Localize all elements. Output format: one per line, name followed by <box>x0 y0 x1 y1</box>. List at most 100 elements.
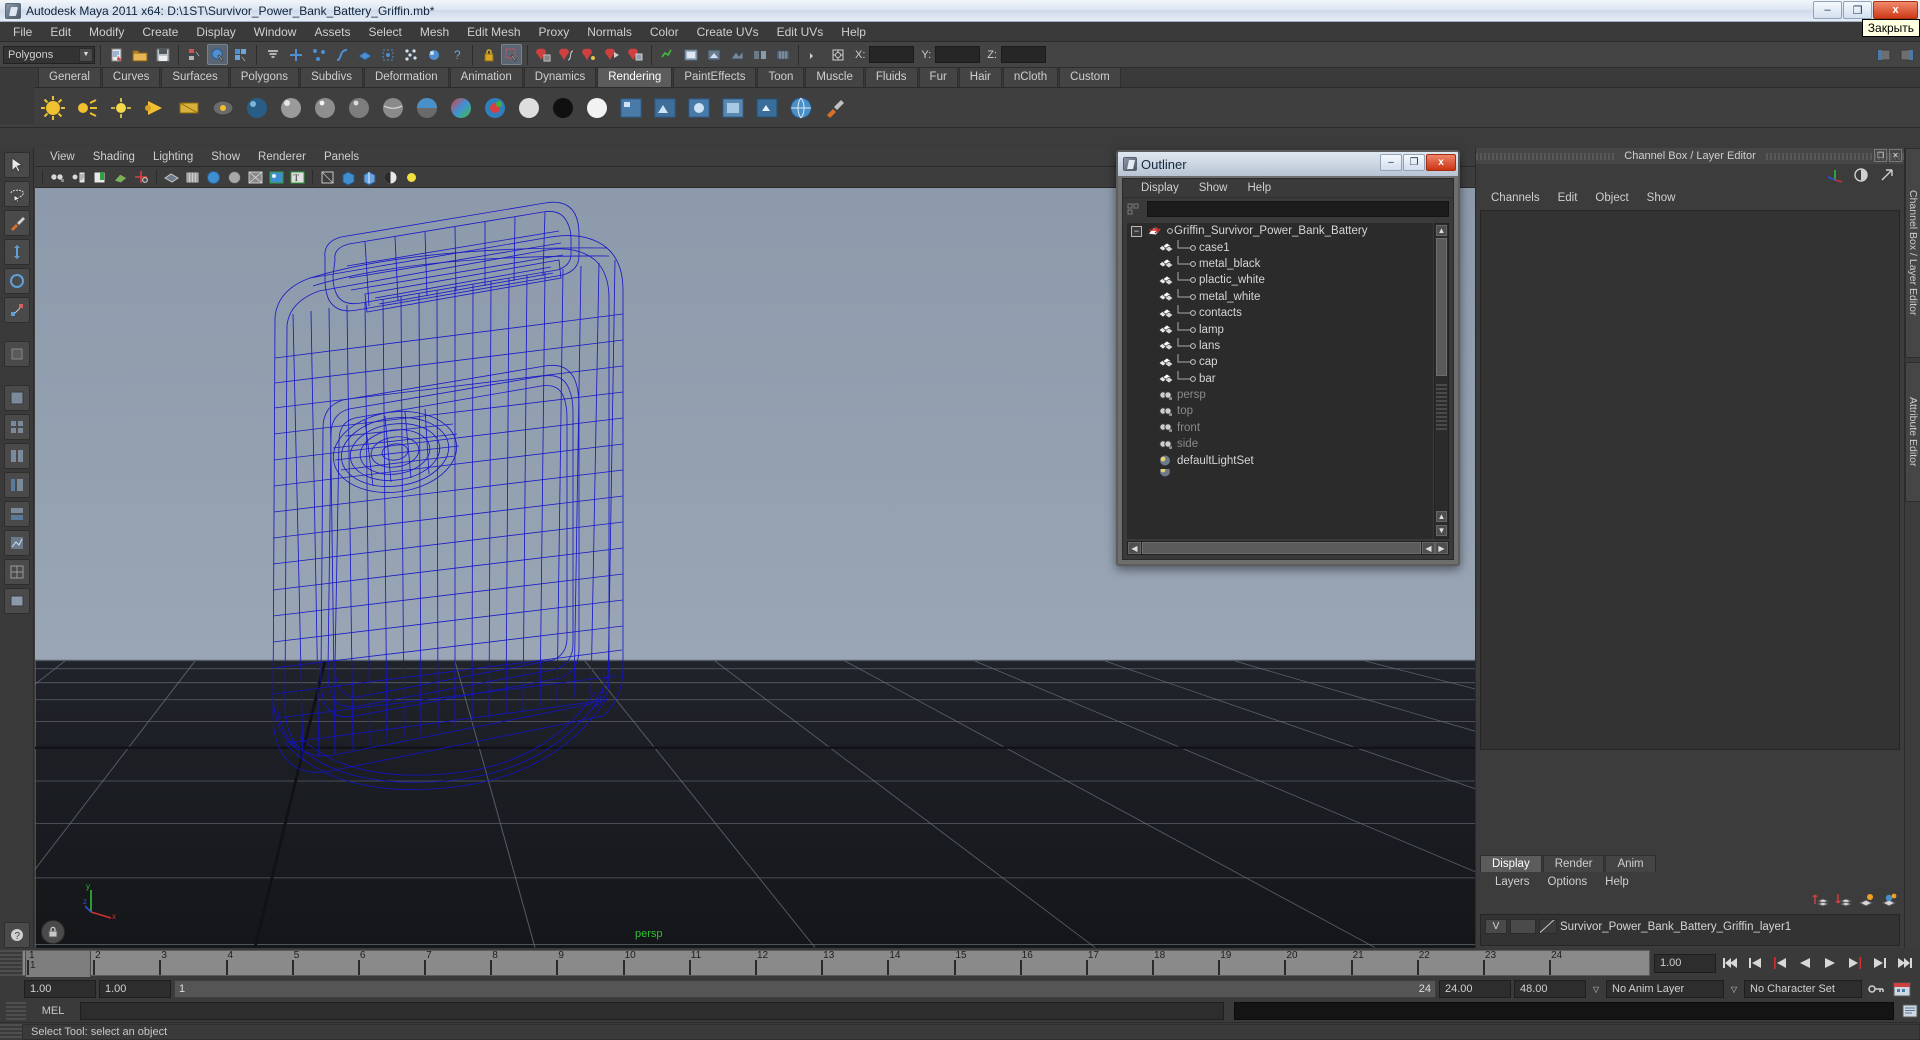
vtab-channel-box-layer-editor[interactable]: Channel Box / Layer Editor <box>1905 148 1920 358</box>
shelf-volume-light-icon[interactable] <box>208 93 238 123</box>
hardware-texturing-icon[interactable] <box>267 168 286 187</box>
select-misc-icon[interactable]: ? <box>446 44 467 65</box>
menu-item-file[interactable]: File <box>4 23 41 41</box>
select-camera-icon[interactable] <box>48 168 67 187</box>
outliner-item-lamp[interactable]: lamp <box>1127 321 1433 337</box>
shelf-paint-effects-icon[interactable] <box>820 93 850 123</box>
layer-editor-menu-help[interactable]: Help <box>1596 876 1638 888</box>
menu-item-modify[interactable]: Modify <box>80 23 133 41</box>
render-view-icon[interactable] <box>772 44 793 65</box>
bookmark-icon[interactable] <box>90 168 109 187</box>
shelf-tab-muscle[interactable]: Muscle <box>805 67 864 87</box>
layer-visibility-toggle[interactable]: V <box>1485 919 1507 934</box>
shelf-tab-fur[interactable]: Fur <box>918 67 958 87</box>
two-dimensional-pan-zoom-icon[interactable] <box>132 168 151 187</box>
outliner-item-case1[interactable]: case1 <box>1127 239 1433 255</box>
open-scene-icon[interactable] <box>129 44 150 65</box>
step-forward-key-icon[interactable] <box>1869 953 1891 973</box>
outliner-search-input[interactable] <box>1147 201 1449 217</box>
viewport-menu-show[interactable]: Show <box>202 150 249 164</box>
shelf-surface-shader-icon[interactable] <box>480 93 510 123</box>
outliner-item-partial[interactable] <box>1127 468 1433 477</box>
outliner-menu-help[interactable]: Help <box>1238 182 1282 194</box>
step-forward-frame-icon[interactable] <box>1844 953 1866 973</box>
occlusion-icon[interactable] <box>381 168 400 187</box>
timeline-grip[interactable] <box>0 950 22 976</box>
menu-item-edit-mesh[interactable]: Edit Mesh <box>458 23 529 41</box>
outliner-item-metal_black[interactable]: metal_black <box>1127 255 1433 272</box>
render-current-frame-icon[interactable] <box>680 44 701 65</box>
shelf-blinn-material-icon[interactable] <box>276 93 306 123</box>
y-input[interactable] <box>935 46 981 63</box>
save-scene-icon[interactable] <box>152 44 173 65</box>
menu-item-mesh[interactable]: Mesh <box>411 23 458 41</box>
shelf-tab-ncloth[interactable]: nCloth <box>1002 67 1059 87</box>
maximize-button[interactable]: ❐ <box>1843 1 1872 19</box>
outliner-item-lans[interactable]: lans <box>1127 337 1433 354</box>
create-layer-from-selected-icon[interactable] <box>1881 892 1898 912</box>
shelf-tab-surfaces[interactable]: Surfaces <box>161 67 229 87</box>
timeline-track[interactable]: 1 1 2 3 4 5 6 7 8 9 10 11 12 13 14 15 16 17 18 19 20 21 22 23 24 <box>22 950 1650 977</box>
menu-item-assets[interactable]: Assets <box>305 23 359 41</box>
viewport-lock-icon[interactable] <box>41 920 65 944</box>
go-to-end-icon[interactable] <box>1894 953 1916 973</box>
range-bar[interactable]: 1 24 <box>174 980 1436 998</box>
paint-selection-tool-icon[interactable] <box>3 210 30 236</box>
viewport-menu-view[interactable]: View <box>41 150 84 164</box>
step-back-frame-icon[interactable] <box>1769 953 1791 973</box>
range-end-field[interactable]: 48.00 <box>1514 980 1586 998</box>
layer-editor-menu-layers[interactable]: Layers <box>1486 876 1539 888</box>
help-quick-icon[interactable]: ? <box>3 922 30 948</box>
select-surfaces-icon[interactable] <box>354 44 375 65</box>
shelf-tab-general[interactable]: General <box>38 67 101 87</box>
scroll-up-small-icon[interactable]: ▲ <box>1436 511 1447 522</box>
shelf-layered-shader-icon[interactable] <box>412 93 442 123</box>
outliner-window[interactable]: Outliner – ❐ x Display Show Help − Griffin_… <box>1116 150 1460 566</box>
scroll-up-arrow-icon[interactable]: ▲ <box>1436 225 1447 236</box>
rotate-tool-icon[interactable] <box>3 268 30 294</box>
anchor-selector-icon[interactable] <box>804 44 825 65</box>
command-language-label[interactable]: MEL <box>32 1005 74 1017</box>
layer-editor-menu-options[interactable]: Options <box>1539 876 1597 888</box>
step-back-key-icon[interactable] <box>1744 953 1766 973</box>
move-tool-icon[interactable] <box>3 239 30 265</box>
panel-close-button[interactable]: ✕ <box>1889 149 1902 162</box>
show-hide-panels-icon[interactable] <box>1896 44 1917 65</box>
viewport-light-icon[interactable] <box>402 168 421 187</box>
shadows-icon[interactable] <box>360 168 379 187</box>
channel-box-menu-channels[interactable]: Channels <box>1482 192 1549 204</box>
select-handle-icon[interactable] <box>285 44 306 65</box>
outliner-expand-toggle[interactable]: − <box>1131 225 1142 237</box>
select-by-hierarchy-icon[interactable] <box>184 44 205 65</box>
menu-item-create-uvs[interactable]: Create UVs <box>688 23 768 41</box>
panel-restore-button[interactable]: ❐ <box>1874 149 1887 162</box>
snap-points-icon[interactable] <box>579 44 600 65</box>
outliner-item-contacts[interactable]: contacts <box>1127 305 1433 321</box>
layer-color-swatch[interactable] <box>1539 919 1557 934</box>
select-by-component-type-icon[interactable] <box>230 44 251 65</box>
channel-box-attribute-area[interactable] <box>1480 210 1900 750</box>
minimize-button[interactable]: – <box>1813 1 1842 19</box>
smooth-shade-all-icon[interactable] <box>183 168 202 187</box>
menu-item-normals[interactable]: Normals <box>578 23 641 41</box>
shelf-tab-toon[interactable]: Toon <box>757 67 805 87</box>
create-empty-layer-icon[interactable] <box>1858 892 1875 912</box>
ipr-render-icon[interactable] <box>703 44 724 65</box>
outliner-item-plactic_white[interactable]: plactic_white <box>1127 272 1433 288</box>
image-plane-icon[interactable] <box>111 168 130 187</box>
show-hide-ui-icon[interactable] <box>1873 44 1894 65</box>
select-by-object-type-icon[interactable] <box>207 44 228 65</box>
shelf-use-background-icon[interactable] <box>514 93 544 123</box>
select-curves-icon[interactable] <box>331 44 352 65</box>
outliner-item-defaultLightSet[interactable]: defaultLightSet <box>1127 452 1433 468</box>
layer-editor-tab-render[interactable]: Render <box>1542 855 1605 872</box>
layout-two-panes-icon[interactable] <box>3 443 30 469</box>
viewport-menu-panels[interactable]: Panels <box>315 150 368 164</box>
shelf-directional-light-icon[interactable] <box>72 93 102 123</box>
anim-end-field[interactable]: 24.00 <box>1439 980 1511 998</box>
outliner-hscroll-thumb[interactable] <box>1142 542 1421 554</box>
outliner-menu-show[interactable]: Show <box>1189 182 1238 194</box>
layer-editor-tab-display[interactable]: Display <box>1480 855 1542 872</box>
close-button[interactable]: x <box>1873 1 1918 19</box>
menu-item-help[interactable]: Help <box>832 23 875 41</box>
